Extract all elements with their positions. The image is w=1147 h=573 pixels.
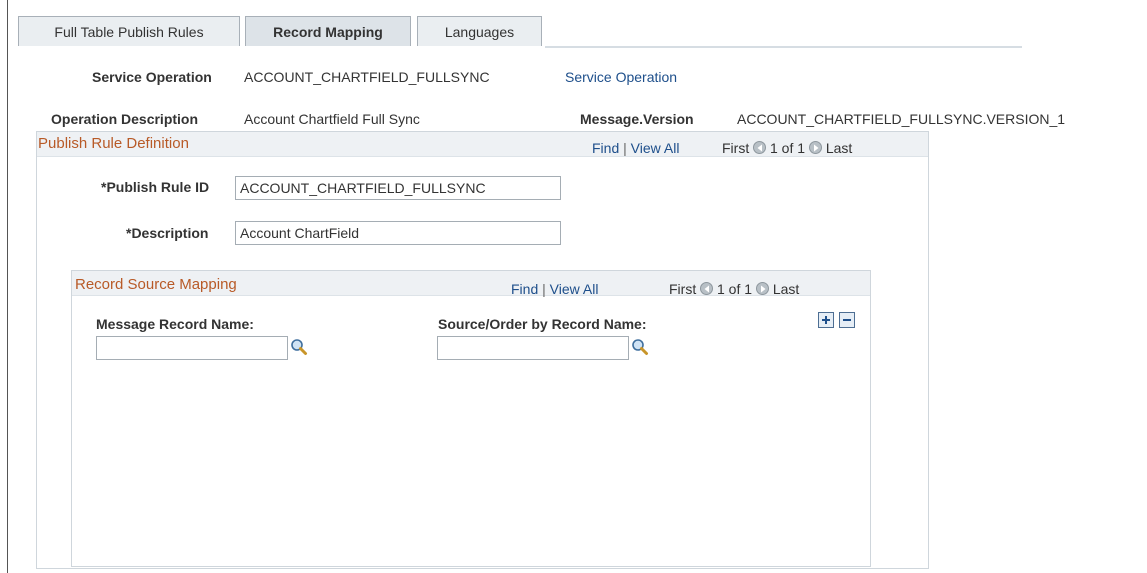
publish-rule-pager: First 1 of 1 Last <box>722 140 852 156</box>
publish-rule-id-input[interactable] <box>235 176 561 200</box>
nav-separator: | <box>623 140 627 156</box>
next-arrow-icon[interactable] <box>808 141 822 154</box>
minus-icon[interactable] <box>839 312 855 328</box>
record-source-mapping-title: Record Source Mapping <box>75 276 237 293</box>
message-record-name-label: Message Record Name: <box>96 316 254 332</box>
tab-languages[interactable]: Languages <box>417 16 542 46</box>
prev-arrow-icon[interactable] <box>753 141 767 154</box>
publish-rule-first-label: First <box>722 140 750 156</box>
operation-description-value: Account Chartfield Full Sync <box>244 111 420 127</box>
publish-rule-count: 1 of 1 <box>770 140 806 156</box>
publish-rule-nav: Find | View All <box>592 140 679 156</box>
source-record-name-label: Source/Order by Record Name: <box>438 316 647 332</box>
publish-rule-definition-title: Publish Rule Definition <box>38 135 189 152</box>
tab-full-table-publish-rules[interactable]: Full Table Publish Rules <box>18 16 240 46</box>
record-source-count: 1 of 1 <box>717 281 753 297</box>
service-operation-link[interactable]: Service Operation <box>565 69 677 85</box>
publish-rule-last-label: Last <box>825 140 853 156</box>
message-version-label: Message.Version <box>580 111 694 127</box>
nav-separator: | <box>542 281 546 297</box>
record-source-first-label: First <box>669 281 697 297</box>
publish-rule-view-all-link[interactable]: View All <box>631 140 680 156</box>
magnifier-icon[interactable] <box>631 338 649 356</box>
message-record-name-input[interactable] <box>96 336 288 360</box>
record-source-nav: Find | View All <box>511 281 598 297</box>
next-arrow-icon[interactable] <box>755 282 769 295</box>
magnifier-icon[interactable] <box>290 338 308 356</box>
service-operation-label: Service Operation <box>92 69 212 85</box>
record-source-view-all-link[interactable]: View All <box>550 281 599 297</box>
operation-description-label: Operation Description <box>51 111 199 127</box>
page-left-border <box>7 0 8 573</box>
description-label: *Description <box>126 225 209 241</box>
source-record-name-input[interactable] <box>437 336 629 360</box>
record-source-find-link[interactable]: Find <box>511 281 538 297</box>
tab-record-mapping[interactable]: Record Mapping <box>245 16 411 46</box>
service-operation-value: ACCOUNT_CHARTFIELD_FULLSYNC <box>244 69 490 85</box>
description-input[interactable] <box>235 221 561 245</box>
publish-rule-find-link[interactable]: Find <box>592 140 619 156</box>
record-source-mapping-box <box>71 270 871 567</box>
record-source-pager: First 1 of 1 Last <box>669 281 799 297</box>
publish-rule-id-label: *Publish Rule ID <box>101 179 210 195</box>
record-source-last-label: Last <box>772 281 800 297</box>
plus-icon[interactable] <box>818 312 834 328</box>
message-version-value: ACCOUNT_CHARTFIELD_FULLSYNC.VERSION_1 <box>737 111 1066 127</box>
tab-bar-underline <box>545 46 1022 48</box>
prev-arrow-icon[interactable] <box>700 282 714 295</box>
